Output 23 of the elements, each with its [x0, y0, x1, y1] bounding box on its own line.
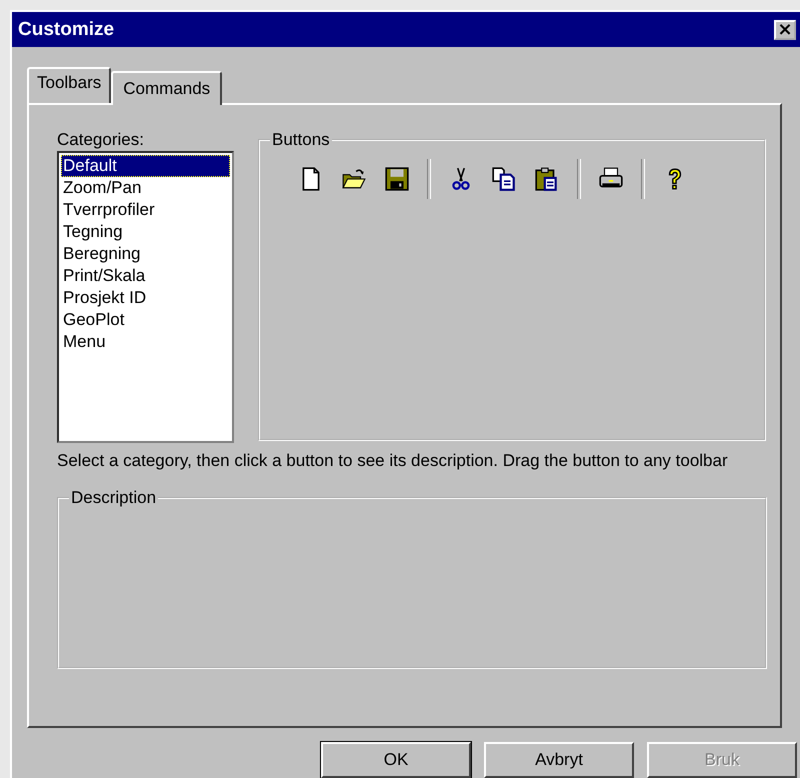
category-item[interactable]: Zoom/Pan	[61, 176, 230, 199]
category-item[interactable]: Default	[61, 154, 230, 177]
dialog-button[interactable]: OK	[321, 742, 471, 778]
category-item[interactable]: Prosjekt ID	[61, 286, 230, 309]
categories-label: Categories:	[57, 130, 145, 149]
category-item[interactable]: Tegning	[61, 220, 230, 243]
close-button[interactable]: ×	[774, 20, 796, 40]
save-icon[interactable]	[384, 166, 410, 192]
category-item[interactable]: Tverrprofiler	[61, 198, 230, 221]
categories-list[interactable]: Default Zoom/Pan Tverrprofiler Tegning Beregning Print/Skala Prosjekt ID GeoPlot Menu	[57, 150, 234, 443]
category-item[interactable]: GeoPlot	[61, 308, 230, 331]
category-item[interactable]: Beregning	[61, 242, 230, 265]
buttons-group-label: Buttons	[271, 130, 331, 149]
paste-icon[interactable]	[534, 166, 560, 192]
instructions-text: Select a category, then click a button to see its description. Drag the button to any toolbar	[57, 450, 729, 472]
category-item[interactable]: Menu	[61, 330, 230, 353]
description-group-label: Description	[70, 488, 158, 507]
copy-icon[interactable]	[491, 166, 517, 192]
dialog-button[interactable]: Avbryt	[484, 742, 634, 778]
tab[interactable]: Toolbars	[27, 66, 112, 103]
category-item[interactable]: Print/Skala	[61, 264, 230, 287]
tab[interactable]: Commands	[111, 70, 222, 105]
window-title: Customize	[18, 18, 114, 41]
